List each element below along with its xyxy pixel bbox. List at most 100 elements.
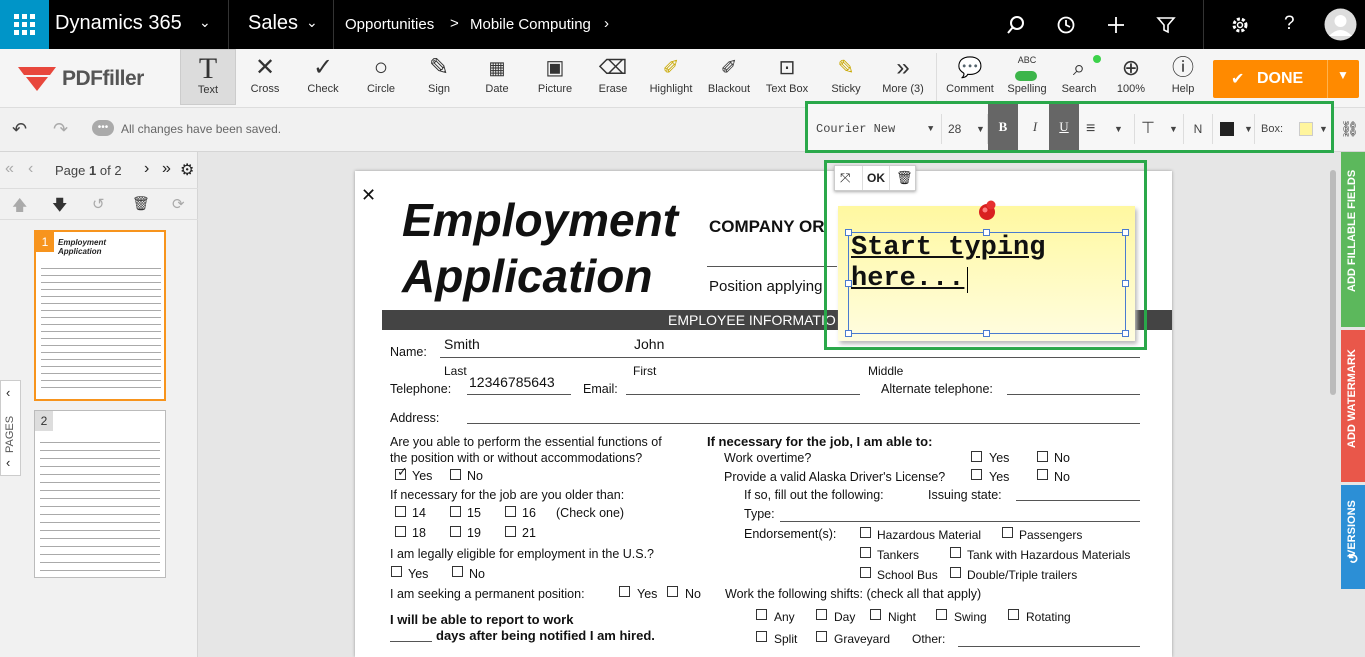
scrollbar-thumb[interactable]	[1330, 170, 1336, 395]
zoom-button[interactable]: ⊕ 100%	[1103, 49, 1159, 105]
last-name-value[interactable]: Smith	[444, 336, 480, 352]
highlight-tool-button[interactable]: ✐ Highlight	[643, 49, 699, 105]
checkbox[interactable]	[1037, 451, 1048, 462]
help-icon[interactable]: ?	[1284, 13, 1295, 35]
checkbox[interactable]	[395, 506, 406, 517]
breadcrumb-opportunities[interactable]: Opportunities	[345, 16, 434, 33]
erase-tool-button[interactable]: ⌫ Erase	[585, 49, 641, 105]
circle-tool-button[interactable]: ○ Circle	[353, 49, 409, 105]
checkbox[interactable]	[936, 609, 947, 620]
checkbox[interactable]	[870, 609, 881, 620]
sign-tool-button[interactable]: ✎ Sign	[411, 49, 467, 105]
checkbox[interactable]	[667, 586, 678, 597]
undo-icon[interactable]: ↶	[12, 119, 27, 140]
checkbox[interactable]	[756, 631, 767, 642]
pages-toggle[interactable]: ‹ PAGES ‹	[0, 380, 21, 476]
filter-icon[interactable]	[1156, 15, 1176, 35]
checkbox[interactable]	[860, 567, 871, 578]
checkbox[interactable]	[971, 451, 982, 462]
vertical-align-select[interactable]: ⊤ ▼	[1134, 114, 1180, 144]
chevron-down-icon[interactable]: ⌄	[306, 14, 318, 31]
checkbox[interactable]	[816, 609, 827, 620]
vertical-scrollbar[interactable]	[1328, 160, 1338, 657]
checkbox[interactable]	[505, 526, 516, 537]
checkbox[interactable]	[450, 469, 461, 480]
link-icon[interactable]: ⛓	[1340, 120, 1359, 138]
font-size-select[interactable]: 28 ▼	[948, 114, 988, 144]
resize-handle[interactable]	[1122, 330, 1129, 337]
checkbox[interactable]	[1037, 469, 1048, 480]
prev-page-icon[interactable]: ‹	[28, 160, 33, 178]
gear-icon[interactable]	[1230, 15, 1250, 35]
checkbox[interactable]	[450, 506, 461, 517]
sticky-note[interactable]: Start typing here...	[838, 200, 1135, 341]
spelling-toggle[interactable]	[1015, 71, 1037, 81]
bold-button[interactable]: B	[988, 104, 1018, 150]
add-fillable-fields-tab[interactable]: ADD FILLABLE FIELDS	[1341, 152, 1365, 327]
check-tool-button[interactable]: ✓ Check	[295, 49, 351, 105]
checkbox[interactable]	[391, 566, 402, 577]
more-tools-button[interactable]: » More (3)	[875, 49, 931, 105]
checkbox[interactable]	[756, 609, 767, 620]
checkbox[interactable]	[505, 506, 516, 517]
checkbox[interactable]: ✓	[395, 464, 408, 480]
add-watermark-tab[interactable]: ADD WATERMARK	[1341, 330, 1365, 482]
blackout-tool-button[interactable]: ✐ Blackout	[701, 49, 757, 105]
app-launcher-icon[interactable]	[0, 0, 49, 49]
first-page-icon[interactable]: «	[5, 160, 14, 178]
resize-handle[interactable]	[1122, 229, 1129, 236]
underline-button[interactable]: U	[1049, 104, 1079, 150]
resize-handle[interactable]	[1122, 280, 1129, 287]
checkbox[interactable]	[816, 631, 827, 642]
checkbox[interactable]	[1002, 527, 1013, 538]
dropdown-caret-icon[interactable]: ▼	[1337, 68, 1349, 82]
trash-icon[interactable]: 🗑	[132, 195, 150, 212]
text-color-select[interactable]: ▼	[1218, 114, 1258, 144]
help-button[interactable]: ⓘ Help	[1155, 49, 1211, 105]
checkbox[interactable]	[452, 566, 463, 577]
gear-icon[interactable]: ⚙	[180, 160, 194, 180]
redo-icon[interactable]: ↷	[53, 119, 68, 140]
page-thumbnail-2[interactable]: 2	[34, 410, 166, 578]
breadcrumb-record[interactable]: Mobile Computing	[470, 16, 591, 33]
checkbox[interactable]	[395, 526, 406, 537]
refresh-icon[interactable]: ⟳	[172, 195, 185, 213]
app-title[interactable]: Dynamics 365	[55, 12, 182, 35]
move-icon[interactable]: ⤧	[840, 170, 850, 186]
next-page-icon[interactable]: ›	[144, 160, 149, 178]
page-current[interactable]: 1	[89, 163, 96, 178]
versions-tab[interactable]: VERSIONS ↺	[1341, 485, 1365, 589]
rotate-icon[interactable]: ↺	[92, 195, 105, 213]
checkbox[interactable]	[950, 547, 961, 558]
date-tool-button[interactable]: ▦ Date	[469, 49, 525, 105]
resize-handle[interactable]	[845, 229, 852, 236]
user-avatar-icon[interactable]	[1324, 8, 1357, 41]
last-page-icon[interactable]: »	[162, 160, 171, 178]
spelling-button[interactable]: ABC Spelling	[999, 49, 1055, 105]
move-down-icon[interactable]: 🡇	[52, 195, 67, 220]
add-icon[interactable]	[1106, 15, 1126, 35]
page-thumbnail-1[interactable]: 1 Employment Application	[34, 230, 166, 401]
telephone-value[interactable]: 12346785643	[469, 374, 555, 390]
box-color-select[interactable]: Box: ▼	[1254, 114, 1332, 144]
checkbox[interactable]	[450, 526, 461, 537]
sticky-tool-button[interactable]: ✎ Sticky	[818, 49, 874, 105]
checkbox[interactable]	[860, 547, 871, 558]
checkbox[interactable]	[1008, 609, 1019, 620]
chevron-down-icon[interactable]: ⌄	[199, 14, 211, 31]
search-button[interactable]: ⌕ Search	[1051, 49, 1107, 105]
font-family-select[interactable]: Courier New ▼	[816, 114, 942, 144]
checkbox[interactable]	[619, 586, 630, 597]
checkbox[interactable]	[860, 527, 871, 538]
cross-tool-button[interactable]: ✕ Cross	[237, 49, 293, 105]
text-tool-button[interactable]: T Text	[180, 49, 236, 105]
text-align-select[interactable]: ≡ ▼	[1086, 114, 1126, 144]
resize-handle[interactable]	[845, 280, 852, 287]
sticky-text-line1[interactable]: Start typing	[851, 233, 1045, 263]
resize-handle[interactable]	[983, 229, 990, 236]
checkbox[interactable]	[971, 469, 982, 480]
checkbox[interactable]	[950, 567, 961, 578]
resize-handle[interactable]	[845, 330, 852, 337]
normal-button[interactable]: N	[1183, 114, 1213, 144]
textbox-tool-button[interactable]: ⊡ Text Box	[759, 49, 815, 105]
